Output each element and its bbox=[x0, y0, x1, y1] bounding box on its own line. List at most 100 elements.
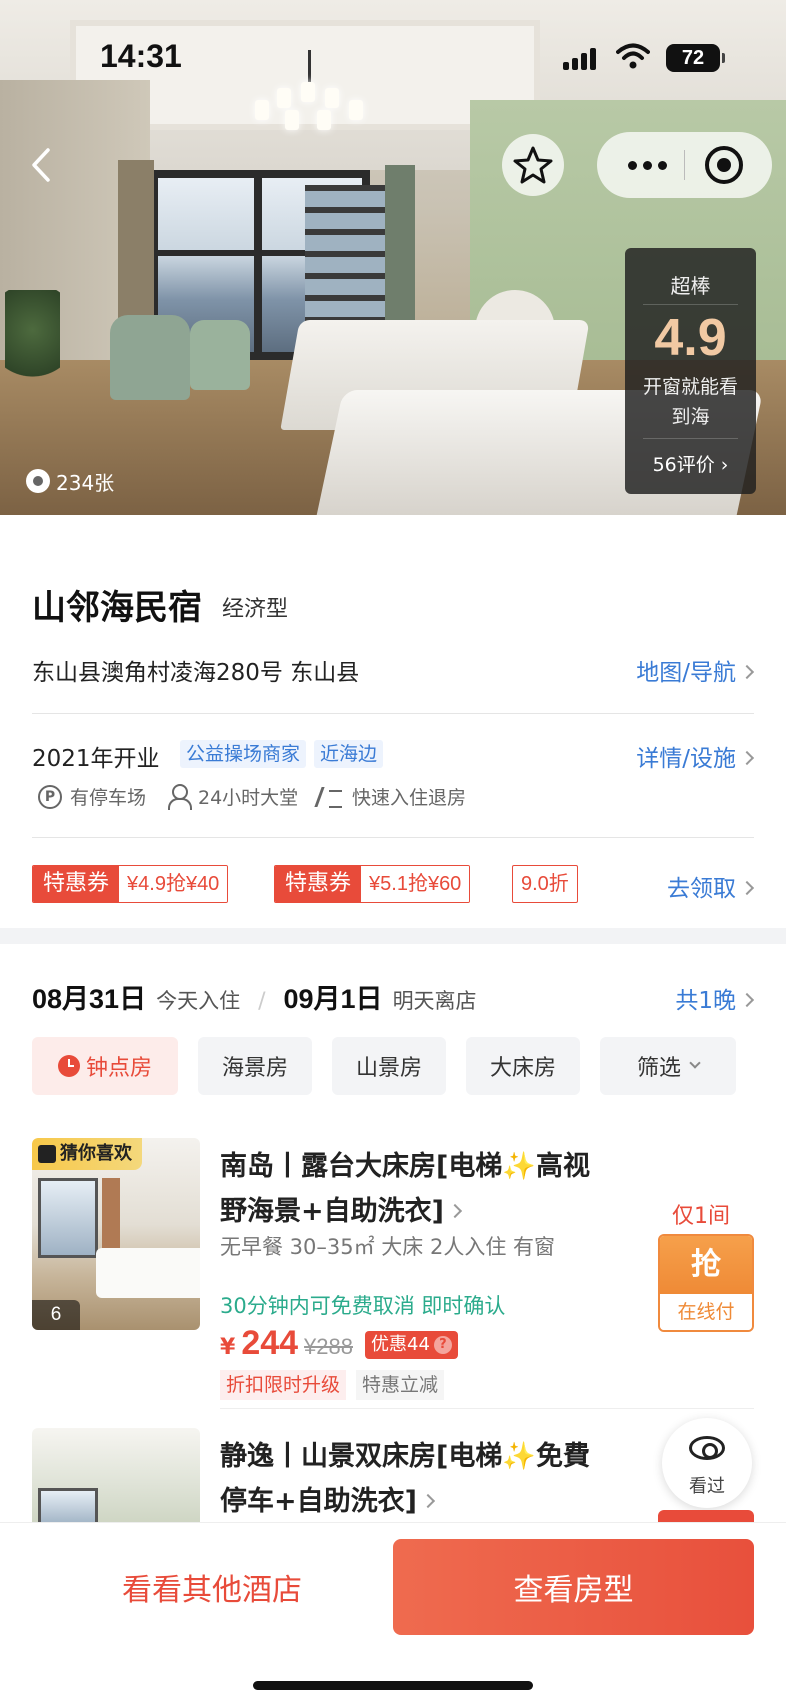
facility-parking: P 有停车场 bbox=[38, 783, 146, 810]
room-price: ¥ 244 ¥288 优惠44? bbox=[220, 1324, 458, 1363]
book-button-peek bbox=[658, 1510, 754, 1522]
nights-label: 共1晚 bbox=[675, 988, 736, 1014]
room-photo-bed bbox=[96, 1248, 200, 1298]
home-indicator bbox=[253, 1681, 533, 1690]
claim-coupon-link[interactable]: 去领取 bbox=[667, 869, 755, 903]
viewed-history-button[interactable]: 看过 bbox=[662, 1418, 752, 1508]
wifi-icon bbox=[616, 43, 650, 69]
filter-more[interactable]: 筛选 bbox=[600, 1037, 736, 1095]
room-filters: 钟点房 海景房 山景房 大床房 筛选 bbox=[32, 1037, 736, 1095]
other-hotels-button[interactable]: 看看其他酒店 bbox=[32, 1539, 392, 1635]
date-separator: / bbox=[258, 989, 266, 1014]
filter-label: 钟点房 bbox=[85, 1056, 152, 1081]
date-selector[interactable]: 08月31日 今天入住 / 09月1日 明天离店 bbox=[32, 977, 477, 1016]
discount-badge-label: 优惠44 bbox=[371, 1334, 430, 1355]
rating-score: 4.9 bbox=[654, 309, 727, 367]
hero-chair bbox=[190, 320, 250, 390]
facility-lobby: 24小时大堂 bbox=[166, 783, 298, 810]
rating-card[interactable]: 超棒 4.9 开窗就能看到海 56评价 › bbox=[625, 248, 756, 494]
parking-icon: P bbox=[38, 784, 62, 809]
filter-label: 大床房 bbox=[489, 1056, 556, 1081]
hero-window-blinds bbox=[305, 185, 385, 335]
hero-armchair bbox=[110, 315, 190, 400]
rating-tag: 开窗就能看到海 bbox=[642, 376, 738, 428]
hotel-address: 东山县澳角村凌海280号 东山县 bbox=[32, 660, 360, 686]
room-name[interactable]: 静逸丨山景双床房[电梯✨免費停车+自助洗衣] bbox=[220, 1434, 600, 1524]
checkout-date: 09月1日 bbox=[283, 984, 383, 1014]
section-gap bbox=[0, 928, 786, 944]
signal-icon bbox=[563, 46, 603, 70]
room-photo-count: 6 bbox=[32, 1300, 80, 1330]
room-cancel-policy: 30分钟内可免费取消 即时确认 bbox=[220, 1294, 506, 1318]
photo-count[interactable]: 234张 bbox=[26, 466, 114, 496]
map-navigation-link[interactable]: 地图/导航 bbox=[636, 653, 755, 687]
coupon-label: 特惠券 bbox=[33, 866, 120, 902]
chevron-right-icon bbox=[739, 880, 755, 895]
coupon[interactable]: 特惠券 ¥5.1抢¥60 bbox=[274, 865, 471, 903]
status-bar: 14:31 72 bbox=[0, 0, 786, 100]
hotel-type: 经济型 bbox=[222, 597, 289, 622]
back-icon[interactable] bbox=[20, 140, 64, 190]
details-link-label: 详情/设施 bbox=[636, 746, 736, 772]
chevron-down-icon bbox=[689, 1057, 701, 1069]
facility-label: 有停车场 bbox=[70, 787, 147, 809]
hero-plant bbox=[5, 290, 60, 390]
coupon-value: ¥4.9抢¥40 bbox=[119, 866, 228, 902]
coupon-value: ¥5.1抢¥60 bbox=[361, 866, 470, 902]
divider bbox=[32, 713, 754, 714]
capsule-divider bbox=[684, 150, 685, 180]
hotel-tag: 公益操场商家 bbox=[180, 740, 307, 768]
chevron-right-icon bbox=[739, 750, 755, 765]
filter-hourly-room[interactable]: 钟点房 bbox=[32, 1037, 178, 1095]
divider bbox=[32, 837, 754, 838]
chevron-right-icon bbox=[420, 1493, 436, 1508]
filter-sea-view[interactable]: 海景房 bbox=[198, 1037, 312, 1095]
price-original: ¥288 bbox=[304, 1334, 353, 1359]
miniapp-capsule bbox=[597, 132, 772, 198]
room-name[interactable]: 南岛丨露台大床房[电梯✨高视野海景+自助洗衣] bbox=[220, 1144, 600, 1234]
recommend-badge-label: 猜你喜欢 bbox=[60, 1143, 132, 1164]
filter-mountain-view[interactable]: 山景房 bbox=[332, 1037, 446, 1095]
facility-fast-checkin: 快速入住退房 bbox=[316, 783, 466, 810]
room-name-label: 南岛丨露台大床房[电梯✨高视野海景+自助洗衣] bbox=[220, 1151, 590, 1227]
discount-tag[interactable]: 9.0折 bbox=[512, 865, 578, 903]
filter-label: 海景房 bbox=[221, 1056, 288, 1081]
book-button[interactable]: 抢 在线付 bbox=[658, 1234, 754, 1332]
checkin-label: 今天入住 bbox=[156, 989, 241, 1013]
photo-count-label: 234张 bbox=[56, 470, 115, 495]
room-photo[interactable] bbox=[32, 1428, 200, 1522]
room-photo[interactable]: 猜你喜欢 6 bbox=[32, 1138, 200, 1330]
room-name-label: 静逸丨山景双床房[电梯✨免費停车+自助洗衣] bbox=[220, 1441, 590, 1517]
question-icon: ? bbox=[433, 1336, 452, 1354]
more-icon[interactable] bbox=[617, 132, 677, 198]
hotel-tag: 近海边 bbox=[314, 740, 384, 768]
hotel-name: 山邻海民宿 bbox=[32, 588, 202, 628]
filter-king-bed[interactable]: 大床房 bbox=[466, 1037, 580, 1095]
coupon[interactable]: 特惠券 ¥4.9抢¥40 bbox=[32, 865, 229, 903]
camera-icon bbox=[26, 469, 50, 493]
opened-year: 2021年开业 bbox=[32, 746, 160, 772]
nights-link[interactable]: 共1晚 bbox=[675, 981, 755, 1015]
chevron-right-icon bbox=[739, 992, 755, 1007]
view-rooms-button[interactable]: 查看房型 bbox=[393, 1539, 754, 1635]
close-miniapp-icon[interactable] bbox=[705, 146, 743, 184]
room-specs: 无早餐 30–35㎡ 大床 2人入住 有窗 bbox=[220, 1235, 556, 1259]
viewed-label: 看过 bbox=[689, 1476, 725, 1497]
thumbs-up-icon bbox=[38, 1145, 56, 1163]
price-discount-badge[interactable]: 优惠44? bbox=[365, 1331, 458, 1359]
hero-photo[interactable]: 14:31 72 超棒 4.9 开窗就能看到海 56评价 › 234张 bbox=[0, 0, 786, 515]
concierge-icon bbox=[166, 783, 192, 810]
book-button-main: 抢 bbox=[660, 1236, 752, 1294]
checkout-label: 明天离店 bbox=[392, 989, 477, 1013]
details-facilities-link[interactable]: 详情/设施 bbox=[636, 739, 755, 773]
rating-reviews-link[interactable]: 56评价 › bbox=[625, 450, 756, 477]
rating-reviews-label: 56评价 bbox=[652, 454, 715, 476]
facility-label: 24小时大堂 bbox=[198, 787, 299, 809]
status-time: 14:31 bbox=[100, 38, 182, 74]
rating-divider bbox=[643, 304, 738, 305]
checkin-date: 08月31日 bbox=[32, 984, 147, 1014]
promo-tag: 折扣限时升级 bbox=[220, 1370, 347, 1400]
chevron-right-icon bbox=[739, 664, 755, 679]
chevron-right-icon bbox=[447, 1203, 463, 1218]
favorite-button[interactable] bbox=[502, 134, 564, 196]
